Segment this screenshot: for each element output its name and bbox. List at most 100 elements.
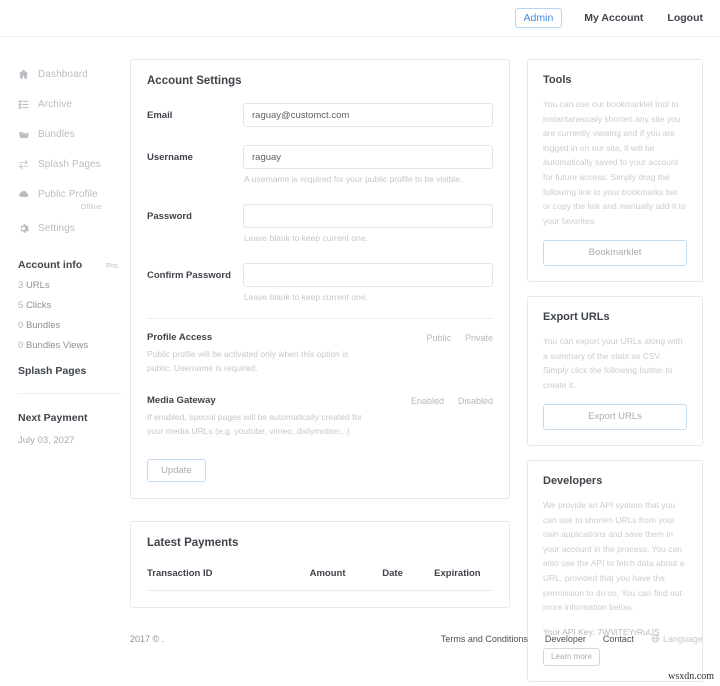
stat-value: 0	[18, 340, 24, 351]
account-settings-card: Account Settings Email Username A userna…	[130, 59, 510, 500]
password-label: Password	[147, 210, 192, 222]
sidebar-item-label: Splash Pages	[38, 158, 101, 170]
email-label: Email	[147, 110, 173, 121]
stat-bundles: 0 Bundles	[18, 320, 130, 331]
profile-access-row: Profile Access Public profile will be ac…	[147, 332, 493, 375]
divider	[147, 318, 493, 320]
profile-access-description: Public profile will be activated only wh…	[147, 349, 349, 373]
developers-description: We provide an API system that you can us…	[543, 499, 685, 613]
stat-urls: 3 URLs	[18, 280, 130, 291]
table-header-row: Transaction ID Amount Date Expiration	[147, 565, 493, 592]
profile-access-title: Profile Access	[147, 332, 213, 344]
globe-icon	[651, 634, 660, 645]
sidebar-item-bundles[interactable]: Bundles	[18, 119, 130, 149]
exchange-icon	[18, 159, 34, 170]
update-button[interactable]: Update	[147, 458, 206, 483]
gear-icon	[18, 223, 34, 234]
latest-payments-card: Latest Payments Transaction ID Amount Da…	[130, 521, 510, 609]
column-date: Date	[382, 565, 435, 592]
sidebar-item-label: Settings	[38, 222, 75, 234]
username-row: Username A username is required for your…	[147, 145, 493, 186]
page-wrapper: Admin My Account Logout Dashboard Archiv…	[0, 0, 720, 686]
nav-logout-link[interactable]: Logout	[667, 9, 703, 28]
footer-links: Terms and Conditions Developer Contact L…	[441, 634, 703, 645]
main-column: Account Settings Email Username A userna…	[130, 37, 510, 617]
tools-description: You can use our bookmarklet tool to inst…	[543, 99, 686, 226]
stat-clicks: 5 Clicks	[18, 300, 130, 311]
profile-access-options: Public Private	[426, 332, 493, 343]
public-profile-status: Offline	[80, 202, 102, 211]
watermark: wsxdn.com	[668, 671, 714, 682]
username-hint: A username is required for your public p…	[244, 174, 463, 184]
stat-value: 5	[18, 300, 24, 311]
footer-link-terms[interactable]: Terms and Conditions	[441, 634, 528, 644]
username-label: Username	[147, 152, 193, 163]
password-row: Password Leave blank to keep current one…	[147, 203, 493, 245]
bookmarklet-button[interactable]: Bookmarklet	[543, 240, 687, 266]
sidebar-splash-pages-heading[interactable]: Splash Pages	[18, 365, 121, 394]
export-urls-description: You can export your URLs along with a su…	[543, 335, 683, 390]
sidebar-item-settings[interactable]: Settings	[18, 213, 130, 243]
email-row: Email	[147, 103, 493, 127]
sidebar-item-label: Dashboard	[38, 68, 88, 80]
stat-value: 3	[18, 280, 24, 291]
export-urls-title: Export URLs	[543, 310, 610, 323]
media-gateway-row: Media Gateway If enabled, special pages …	[147, 395, 493, 438]
page-title: Account Settings	[147, 75, 242, 87]
learn-more-button[interactable]: Learn more	[543, 647, 600, 666]
username-field[interactable]	[243, 145, 493, 169]
next-payment-date: July 03, 2027	[18, 435, 75, 446]
profile-access-option-public[interactable]: Public	[426, 333, 451, 343]
confirm-password-hint: Leave blank to keep current one.	[244, 291, 368, 302]
account-info-heading: Account info Pro	[18, 259, 130, 271]
confirm-password-label: Confirm Password	[147, 269, 231, 281]
sidebar-item-splash-pages[interactable]: Splash Pages	[18, 149, 130, 179]
password-hint: Leave blank to keep current one.	[244, 232, 368, 243]
nav-admin-button[interactable]: Admin	[514, 7, 563, 29]
latest-payments-title: Latest Payments	[147, 537, 239, 550]
sidebar: Dashboard Archive Bundles Splash Pages P…	[0, 37, 130, 617]
sidebar-item-archive[interactable]: Archive	[18, 89, 130, 119]
tools-card: Tools You can use our bookmarklet tool t…	[527, 59, 703, 282]
stat-value: 0	[18, 320, 24, 331]
stat-label: Bundles	[25, 320, 61, 331]
top-nav-links: Admin My Account Logout	[514, 7, 703, 29]
media-gateway-description: If enabled, special pages will be automa…	[147, 412, 362, 437]
copyright-text: 2017 © .	[130, 634, 165, 644]
export-urls-button[interactable]: Export URLs	[543, 404, 687, 430]
column-amount: Amount	[309, 565, 383, 592]
stat-label: Bundles Views	[25, 340, 89, 351]
sidebar-item-label: Archive	[38, 98, 73, 110]
tools-title: Tools	[543, 74, 572, 86]
confirm-password-field[interactable]	[243, 262, 493, 287]
developers-title: Developers	[543, 474, 603, 487]
export-urls-card: Export URLs You can export your URLs alo…	[527, 295, 703, 446]
list-icon	[18, 99, 34, 110]
language-selector[interactable]: Language	[651, 634, 703, 645]
folder-icon	[18, 129, 34, 140]
nav-my-account-link[interactable]: My Account	[584, 9, 643, 28]
profile-access-option-private[interactable]: Private	[465, 333, 493, 343]
cloud-icon	[18, 189, 34, 200]
media-gateway-options: Enabled Disabled	[411, 395, 493, 406]
email-field[interactable]	[243, 103, 493, 127]
stat-bundles-views: 0 Bundles Views	[18, 340, 130, 351]
account-info-title: Account info	[18, 259, 83, 271]
page-body: Dashboard Archive Bundles Splash Pages P…	[0, 37, 720, 682]
column-expiration: Expiration	[434, 565, 493, 592]
top-navigation-bar: Admin My Account Logout	[0, 0, 720, 37]
footer-link-developer[interactable]: Developer	[545, 634, 586, 644]
stat-label: URLs	[25, 280, 50, 291]
language-label: Language	[662, 634, 703, 644]
sidebar-item-dashboard[interactable]: Dashboard	[18, 59, 130, 89]
media-gateway-title: Media Gateway	[147, 395, 216, 407]
developers-card: Developers We provide an API system that…	[527, 459, 703, 682]
footer-link-contact[interactable]: Contact	[603, 634, 634, 644]
confirm-password-row: Confirm Password Leave blank to keep cur…	[147, 262, 493, 304]
media-gateway-option-disabled[interactable]: Disabled	[458, 396, 493, 406]
media-gateway-option-enabled[interactable]: Enabled	[411, 396, 444, 406]
latest-payments-table: Transaction ID Amount Date Expiration	[147, 565, 493, 592]
sidebar-item-label: Bundles	[38, 128, 75, 140]
next-payment-heading: Next Payment	[18, 412, 88, 424]
password-field[interactable]	[243, 203, 493, 228]
